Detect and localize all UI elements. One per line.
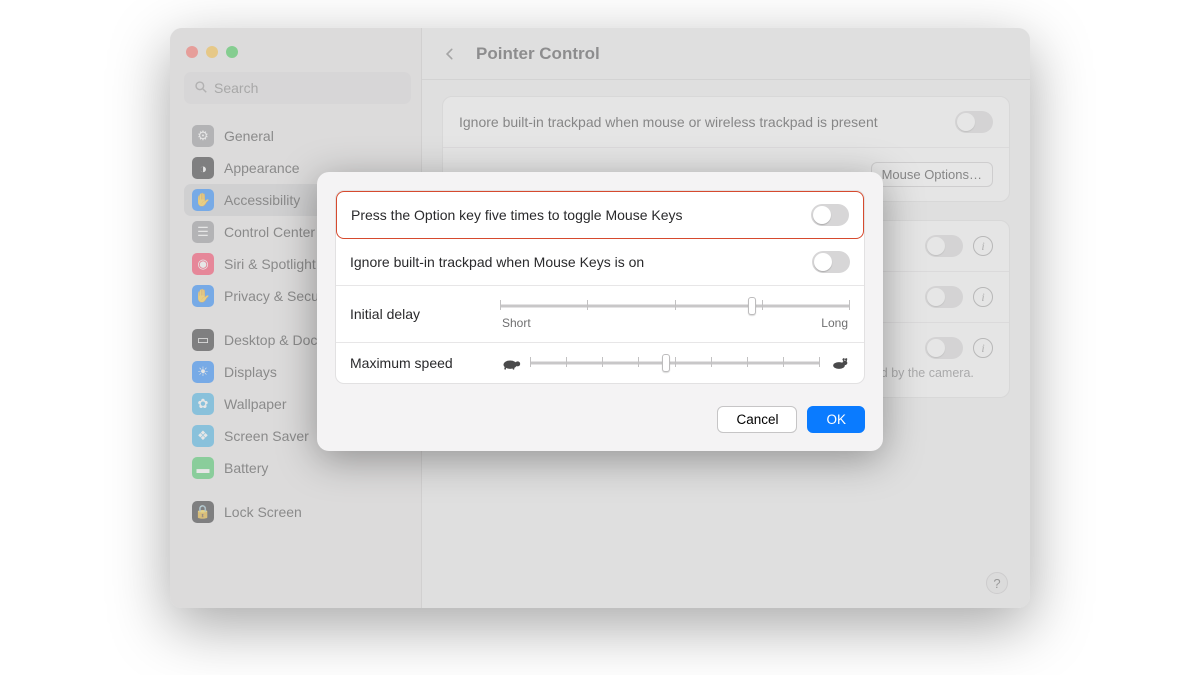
- sidebar-icon: ✋: [192, 285, 214, 307]
- sidebar-icon: ▬: [192, 457, 214, 479]
- sidebar-icon: ☰: [192, 221, 214, 243]
- ignore-trackpad-mk-toggle[interactable]: [812, 251, 850, 273]
- sidebar-icon: 🔒: [192, 501, 214, 523]
- sidebar-item-label: Accessibility: [224, 192, 300, 208]
- sidebar-item-battery[interactable]: ▬ Battery: [184, 452, 411, 484]
- info-icon[interactable]: i: [973, 338, 993, 358]
- sidebar-item-label: Screen Saver: [224, 428, 309, 444]
- back-button[interactable]: [438, 42, 462, 66]
- zoom-window-button[interactable]: [226, 46, 238, 58]
- sidebar-item-label: Battery: [224, 460, 268, 476]
- max-speed-row: Maximum speed: [336, 343, 864, 383]
- ignore-trackpad-label: Ignore built-in trackpad when mouse or w…: [459, 114, 878, 130]
- toggle-mouse-keys-toggle[interactable]: [811, 204, 849, 226]
- option-row-2-toggle[interactable]: [925, 286, 963, 308]
- cancel-button[interactable]: Cancel: [717, 406, 797, 433]
- sidebar-item-label: Desktop & Dock: [224, 332, 324, 348]
- window-controls: [184, 42, 411, 66]
- mouse-keys-options-sheet: Press the Option key five times to toggl…: [317, 172, 883, 451]
- sidebar-item-label: Lock Screen: [224, 504, 302, 520]
- head-pointer-toggle[interactable]: [925, 337, 963, 359]
- initial-delay-max-label: Long: [821, 316, 848, 330]
- sidebar-icon: ◉: [192, 253, 214, 275]
- sidebar-icon: ☀: [192, 361, 214, 383]
- sidebar-icon: ◑: [192, 157, 214, 179]
- sheet-body: Press the Option key five times to toggl…: [335, 190, 865, 384]
- sheet-footer: Cancel OK: [317, 396, 883, 451]
- sidebar-icon: ✋: [192, 189, 214, 211]
- sidebar-item-label: Displays: [224, 364, 277, 380]
- ignore-trackpad-row: Ignore built-in trackpad when mouse or w…: [443, 97, 1009, 148]
- max-speed-label: Maximum speed: [350, 355, 490, 371]
- sidebar-item-general[interactable]: ⚙ General: [184, 120, 411, 152]
- titlebar: Pointer Control: [422, 28, 1030, 80]
- sidebar-item-label: Appearance: [224, 160, 300, 176]
- page-title: Pointer Control: [476, 44, 600, 64]
- search-input[interactable]: [214, 80, 401, 96]
- sidebar-item-label: Control Center: [224, 224, 315, 240]
- sidebar-icon: ❖: [192, 425, 214, 447]
- ignore-trackpad-mk-row: Ignore built-in trackpad when Mouse Keys…: [336, 239, 864, 286]
- option-row-1-toggle[interactable]: [925, 235, 963, 257]
- minimize-window-button[interactable]: [206, 46, 218, 58]
- rabbit-icon: [828, 356, 850, 370]
- ignore-trackpad-mk-label: Ignore built-in trackpad when Mouse Keys…: [350, 254, 802, 270]
- ignore-trackpad-toggle[interactable]: [955, 111, 993, 133]
- initial-delay-slider[interactable]: [500, 298, 850, 314]
- initial-delay-row: Initial delay Short Long: [336, 286, 864, 343]
- ok-button[interactable]: OK: [807, 406, 865, 433]
- toggle-mouse-keys-row: Press the Option key five times to toggl…: [336, 191, 864, 239]
- mouse-options-button[interactable]: Mouse Options…: [871, 162, 993, 187]
- system-settings-window: ⚙ General ◑ Appearance ✋ Accessibility ☰ Contro…: [170, 28, 1030, 608]
- initial-delay-min-label: Short: [502, 316, 531, 330]
- sidebar-item-label: General: [224, 128, 274, 144]
- turtle-icon: [500, 356, 522, 370]
- sidebar-item-lock-screen[interactable]: 🔒 Lock Screen: [184, 496, 411, 528]
- sidebar-item-label: Wallpaper: [224, 396, 287, 412]
- info-icon[interactable]: i: [973, 236, 993, 256]
- info-icon[interactable]: i: [973, 287, 993, 307]
- sidebar-icon: ⚙: [192, 125, 214, 147]
- max-speed-slider[interactable]: [530, 355, 820, 371]
- close-window-button[interactable]: [186, 46, 198, 58]
- help-button[interactable]: ?: [986, 572, 1008, 594]
- sidebar-icon: ▭: [192, 329, 214, 351]
- sidebar-icon: ✿: [192, 393, 214, 415]
- initial-delay-label: Initial delay: [350, 306, 490, 322]
- search-icon: [194, 80, 208, 97]
- search-field[interactable]: [184, 72, 411, 104]
- sidebar-item-label: Siri & Spotlight: [224, 256, 316, 272]
- toggle-mouse-keys-label: Press the Option key five times to toggl…: [351, 207, 801, 223]
